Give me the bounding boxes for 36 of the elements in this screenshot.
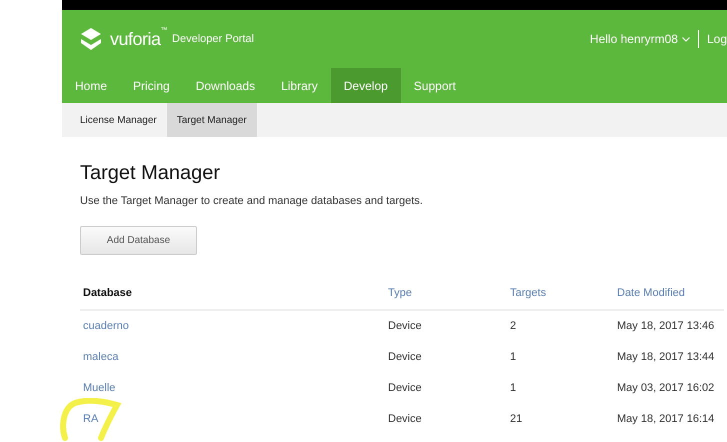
nav-tab[interactable]: Library xyxy=(268,68,331,103)
type-cell-text: Device xyxy=(388,412,422,428)
logo-icon xyxy=(80,27,102,51)
page-description: Use the Target Manager to create and manage databases and targets. xyxy=(80,194,424,209)
date-cell-text: May 18, 2017 13:44 xyxy=(617,350,714,366)
logout-link[interactable]: Log xyxy=(698,30,727,48)
chevron-down-icon xyxy=(682,36,690,42)
targets-cell-text: 1 xyxy=(510,350,516,366)
date-cell-text: May 18, 2017 16:14 xyxy=(617,412,714,428)
database-link[interactable]: Muelle xyxy=(83,380,116,397)
type-cell-text: Device xyxy=(388,319,422,334)
targets-cell-text: 1 xyxy=(510,381,516,396)
subnav-tab[interactable]: Target Manager xyxy=(166,103,257,137)
nav-tab[interactable]: Support xyxy=(400,68,469,103)
targets-cell-text: 21 xyxy=(510,412,522,428)
date-cell-text: May 03, 2017 16:02 xyxy=(617,381,714,396)
add-database-button[interactable]: Add Database xyxy=(80,226,197,254)
column-header: Database xyxy=(80,274,385,311)
database-link[interactable]: maleca xyxy=(83,349,118,366)
column-header[interactable]: Date Modified xyxy=(614,274,724,311)
targets-cell-text: 2 xyxy=(510,319,516,334)
database-link[interactable]: cuaderno xyxy=(83,318,129,335)
nav-tab[interactable]: Downloads xyxy=(182,68,268,103)
user-menu[interactable]: Hello henryrm08 xyxy=(590,30,678,48)
date-cell-text: May 18, 2017 13:46 xyxy=(617,319,714,334)
nav-tab[interactable]: Pricing xyxy=(120,68,183,103)
database-link[interactable]: RA xyxy=(83,411,98,428)
type-cell-text: Device xyxy=(388,350,422,366)
column-header[interactable]: Type xyxy=(385,274,507,311)
nav-tab[interactable]: Develop xyxy=(330,68,401,103)
column-header[interactable]: Targets xyxy=(507,274,614,311)
type-cell-text: Device xyxy=(388,381,422,396)
page-title: Target Manager xyxy=(80,161,222,185)
portal-title: Developer Portal xyxy=(172,32,254,47)
nav-tab[interactable]: Home xyxy=(62,68,120,103)
subnav-tab[interactable]: License Manager xyxy=(70,103,167,137)
